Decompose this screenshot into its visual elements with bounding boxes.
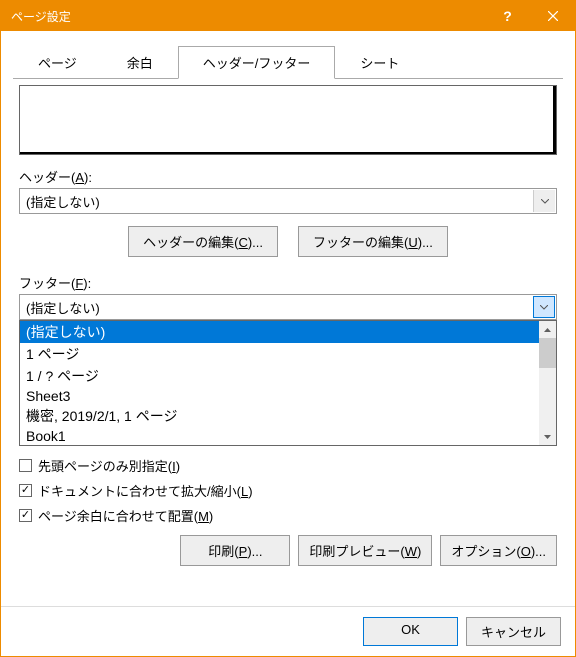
check-scale-with-doc[interactable]: ドキュメントに合わせて拡大/縮小(L) — [19, 481, 557, 500]
tab-content: ヘッダー(A): (指定しない) ヘッダーの編集(C)... フッターの編集(U… — [1, 79, 575, 606]
list-item[interactable]: 機密, 2019/2/1, 1 ページ — [20, 405, 556, 427]
header-label: ヘッダー(A): — [19, 167, 557, 186]
check-first-page[interactable]: 先頭ページのみ別指定(I) — [19, 456, 557, 475]
help-button[interactable]: ? — [485, 1, 530, 31]
header-select-value: (指定しない) — [26, 192, 100, 211]
scrollbar[interactable] — [539, 321, 556, 445]
chevron-down-icon — [533, 190, 555, 212]
header-preview — [19, 85, 557, 155]
list-item[interactable]: 1 / ? ページ — [20, 365, 556, 387]
page-setup-dialog: ページ設定 ? ページ 余白 ヘッダー/フッター シート ヘッダー(A): (指… — [0, 0, 576, 657]
print-preview-button[interactable]: 印刷プレビュー(W) — [298, 535, 432, 566]
tab-sheet[interactable]: シート — [335, 46, 424, 79]
options-button[interactable]: オプション(O)... — [440, 535, 557, 566]
close-button[interactable] — [530, 1, 575, 31]
tab-page[interactable]: ページ — [13, 46, 102, 79]
window-title: ページ設定 — [11, 8, 485, 25]
footer-select-value: (指定しない) — [26, 298, 100, 317]
close-icon — [548, 11, 558, 21]
list-item[interactable]: Sheet3 — [20, 387, 556, 405]
edit-footer-button[interactable]: フッターの編集(U)... — [298, 226, 448, 257]
scroll-thumb[interactable] — [539, 338, 556, 368]
check-align-margins[interactable]: ページ余白に合わせて配置(M) — [19, 506, 557, 525]
cancel-button[interactable]: キャンセル — [466, 617, 561, 646]
checkbox-icon — [19, 459, 32, 472]
chevron-down-icon — [533, 296, 555, 318]
title-bar: ページ設定 ? — [1, 1, 575, 31]
dialog-footer: OK キャンセル — [1, 606, 575, 656]
edit-header-button[interactable]: ヘッダーの編集(C)... — [128, 226, 278, 257]
tab-margins[interactable]: 余白 — [102, 46, 178, 79]
tab-header-footer[interactable]: ヘッダー/フッター — [178, 46, 336, 79]
scroll-up-icon[interactable] — [539, 321, 556, 338]
footer-label: フッター(F): — [19, 273, 557, 292]
checkbox-icon — [19, 484, 32, 497]
scroll-down-icon[interactable] — [539, 428, 556, 445]
footer-dropdown-list[interactable]: (指定しない) 1 ページ 1 / ? ページ Sheet3 機密, 2019/… — [19, 320, 557, 446]
ok-button[interactable]: OK — [363, 617, 458, 646]
print-button[interactable]: 印刷(P)... — [180, 535, 290, 566]
list-item[interactable]: (指定しない) — [20, 321, 556, 343]
list-item[interactable]: 1 ページ — [20, 343, 556, 365]
footer-select[interactable]: (指定しない) — [19, 294, 557, 320]
header-select[interactable]: (指定しない) — [19, 188, 557, 214]
checkbox-icon — [19, 509, 32, 522]
tab-bar: ページ 余白 ヘッダー/フッター シート — [13, 45, 563, 79]
list-item[interactable]: Book1 — [20, 427, 556, 445]
